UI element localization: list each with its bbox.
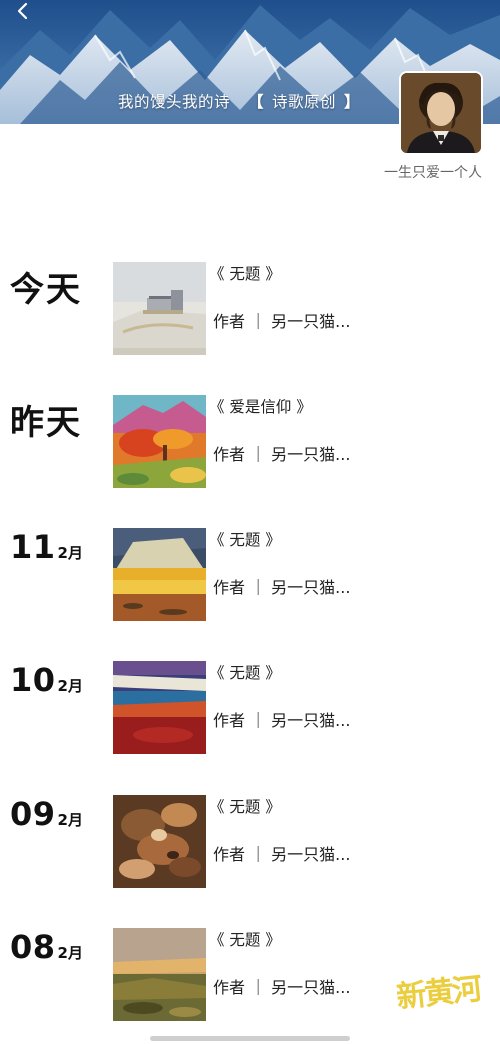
date-month: 2月 [57, 811, 83, 829]
home-indicator[interactable] [150, 1036, 350, 1041]
post-date: 11 2月 [10, 528, 83, 568]
blog-subtitle: 诗歌原创 [272, 93, 337, 111]
painting-thumbnail [113, 262, 206, 355]
watermark-logo: 新黄河 [394, 971, 482, 1016]
painting-thumbnail [113, 528, 206, 621]
blog-name: 我的馒头我的诗 [118, 93, 231, 111]
date-day: 10 [10, 661, 56, 699]
post-date: 今天 [10, 262, 82, 310]
painting-thumbnail [113, 928, 206, 1021]
list-item[interactable]: 10 2月 《 无题 》 作者 ｜ 另一只猫... [0, 661, 500, 755]
list-item[interactable]: 今天 《 无题 》 作者 ｜ 另一只猫... [0, 262, 500, 356]
title-bracket-close: 】 [344, 93, 361, 111]
chevron-left-icon [17, 2, 28, 20]
post-title[interactable]: 《 无题 》 [209, 928, 281, 950]
date-month: 2月 [57, 944, 83, 962]
list-item[interactable]: 昨天 《 爱是信仰 》 作者 ｜ 另一只猫... [0, 395, 500, 489]
painting-thumbnail [113, 795, 206, 888]
post-author: 作者 ｜ 另一只猫... [213, 711, 351, 730]
post-thumbnail[interactable] [113, 661, 206, 754]
post-author: 作者 ｜ 另一只猫... [213, 978, 351, 997]
post-thumbnail[interactable] [113, 528, 206, 621]
list-item[interactable]: 11 2月 《 无题 》 作者 ｜ 另一只猫... [0, 528, 500, 622]
post-title[interactable]: 《 爱是信仰 》 [209, 395, 312, 417]
date-day: 09 [10, 795, 56, 833]
title-bracket-open: 【 [248, 93, 265, 111]
date-day: 11 [10, 528, 56, 566]
back-button[interactable] [8, 0, 38, 26]
post-date: 昨天 [10, 395, 82, 443]
post-author: 作者 ｜ 另一只猫... [213, 845, 351, 864]
post-date: 10 2月 [10, 661, 83, 701]
date-day: 08 [10, 928, 56, 966]
date-month: 2月 [57, 544, 83, 562]
profile-signature: 一生只爱一个人 [384, 165, 482, 181]
post-author: 作者 ｜ 另一只猫... [213, 578, 351, 597]
post-title[interactable]: 《 无题 》 [209, 262, 281, 284]
painting-thumbnail [113, 661, 206, 754]
post-title[interactable]: 《 无题 》 [209, 795, 281, 817]
post-date: 08 2月 [10, 928, 83, 968]
avatar[interactable] [401, 73, 481, 153]
painting-thumbnail [113, 395, 206, 488]
date-label: 今天 [10, 270, 82, 310]
post-thumbnail[interactable] [113, 262, 206, 355]
post-thumbnail[interactable] [113, 928, 206, 1021]
post-title[interactable]: 《 无题 》 [209, 661, 281, 683]
post-author: 作者 ｜ 另一只猫... [213, 445, 351, 464]
portrait-avatar-image [401, 73, 481, 153]
date-month: 2月 [57, 677, 83, 695]
list-item[interactable]: 09 2月 《 无题 》 作者 ｜ 另一只猫... [0, 795, 500, 889]
post-thumbnail[interactable] [113, 795, 206, 888]
post-title[interactable]: 《 无题 》 [209, 528, 281, 550]
post-thumbnail[interactable] [113, 395, 206, 488]
date-label: 昨天 [10, 403, 82, 443]
post-date: 09 2月 [10, 795, 83, 835]
post-author: 作者 ｜ 另一只猫... [213, 312, 351, 331]
